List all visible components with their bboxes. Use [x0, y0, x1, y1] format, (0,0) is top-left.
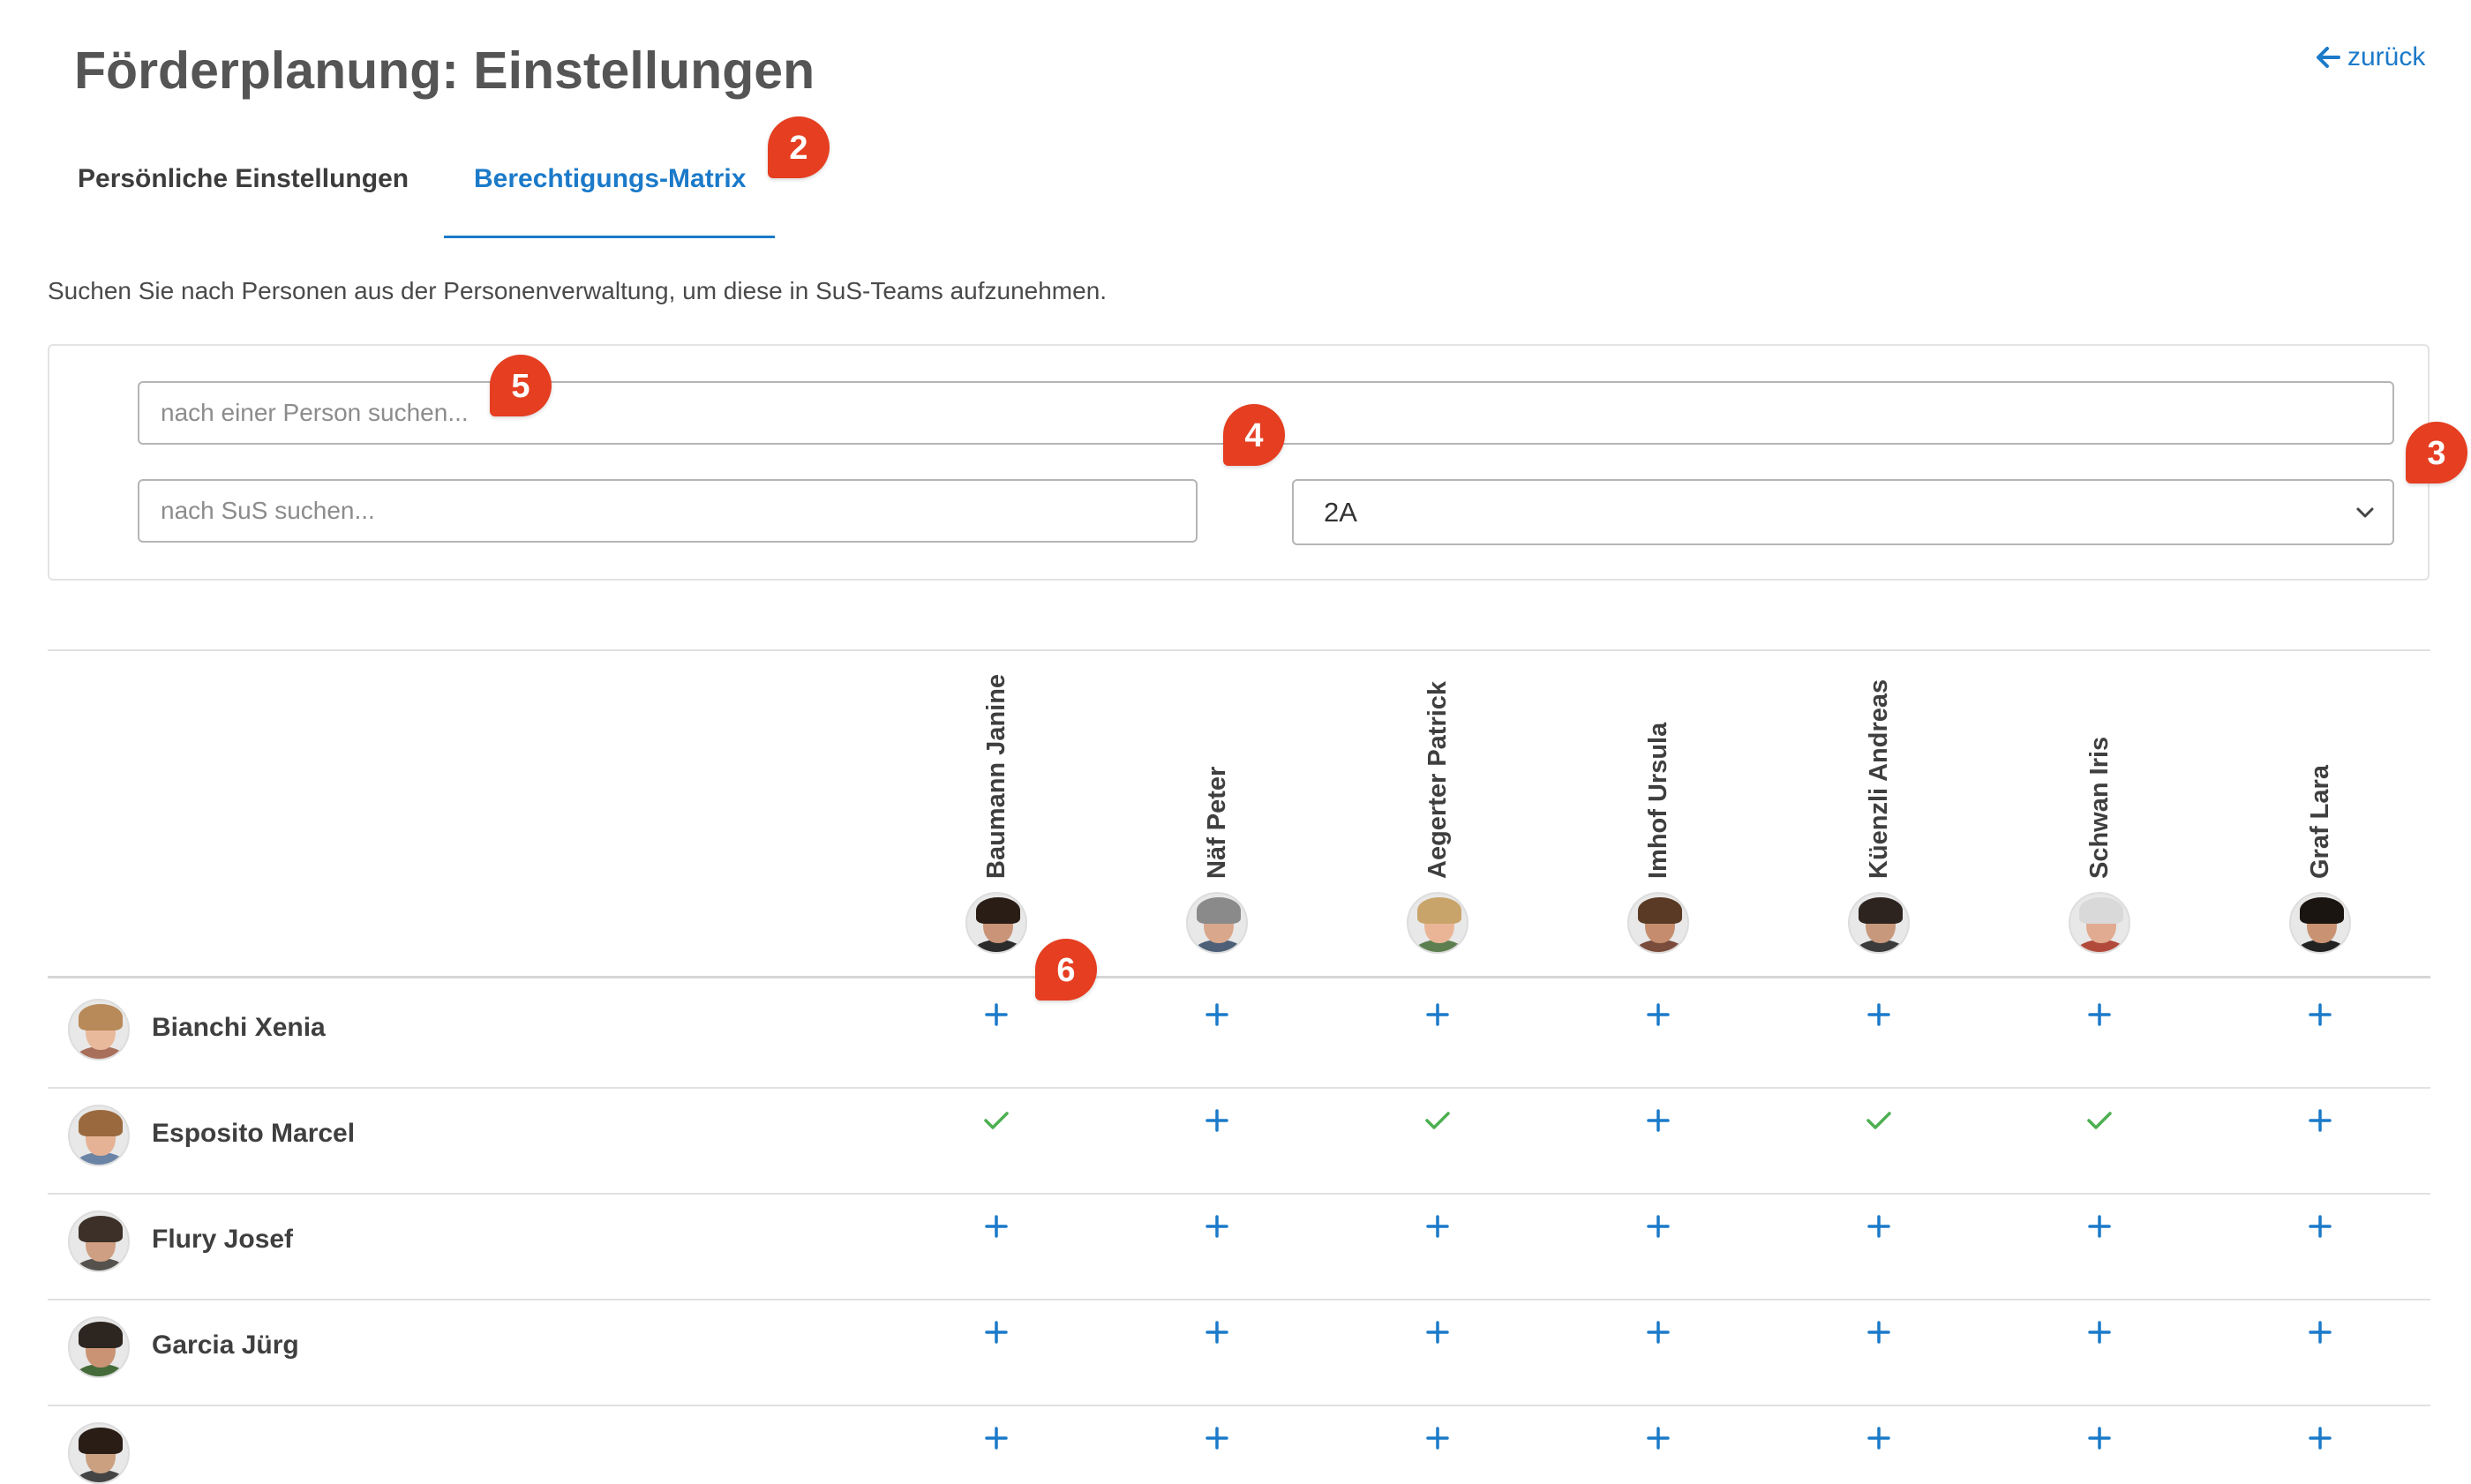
- plus-icon[interactable]: [1416, 993, 1459, 1036]
- column-avatar: [965, 892, 1027, 954]
- class-select-value: 2A: [1324, 496, 1357, 528]
- plus-icon[interactable]: [975, 993, 1018, 1036]
- checkmark-icon[interactable]: [2078, 1099, 2121, 1142]
- row-divider: [48, 1087, 2430, 1089]
- tab-personal-settings[interactable]: Persönliche Einstellungen: [78, 164, 409, 194]
- plus-icon[interactable]: [2078, 993, 2121, 1036]
- column-avatar: [1186, 892, 1248, 954]
- plus-icon[interactable]: [1416, 1205, 1459, 1248]
- column-header-label: Näf Peter: [1203, 766, 1231, 879]
- plus-icon[interactable]: [1196, 1205, 1238, 1248]
- plus-icon[interactable]: [1858, 1205, 1900, 1248]
- plus-icon[interactable]: [1637, 1099, 1679, 1142]
- matrix-top-divider: [48, 649, 2430, 651]
- column-header-label: Aegerter Patrick: [1423, 680, 1452, 879]
- plus-icon[interactable]: [2078, 1205, 2121, 1248]
- matrix-header-divider: [48, 976, 2430, 978]
- plus-icon[interactable]: [1196, 1417, 1238, 1459]
- row-divider: [48, 1193, 2430, 1195]
- chevron-down-icon: [2356, 507, 2374, 517]
- plus-icon[interactable]: [2299, 1417, 2341, 1459]
- row-person-name: Flury Josef: [152, 1225, 294, 1254]
- plus-icon[interactable]: [1637, 1205, 1679, 1248]
- column-header-label: Graf Lara: [2306, 765, 2334, 879]
- description-text: Suchen Sie nach Personen aus der Persone…: [48, 277, 1108, 304]
- plus-icon[interactable]: [1416, 1417, 1459, 1459]
- column-header-label: Imhof Ursula: [1644, 722, 1672, 879]
- plus-icon[interactable]: [1858, 1417, 1900, 1459]
- plus-icon[interactable]: [2299, 1099, 2341, 1142]
- row-avatar: [68, 1422, 130, 1484]
- plus-icon[interactable]: [1637, 993, 1679, 1036]
- row-person-name: Esposito Marcel: [152, 1119, 356, 1148]
- annotation-marker: 5: [490, 355, 552, 416]
- plus-icon[interactable]: [1416, 1311, 1459, 1353]
- plus-icon[interactable]: [1637, 1311, 1679, 1353]
- column-header-label: Schwan Iris: [2085, 736, 2114, 879]
- plus-icon[interactable]: [975, 1205, 1018, 1248]
- row-avatar: [68, 1316, 130, 1378]
- plus-icon[interactable]: [2078, 1311, 2121, 1353]
- checkmark-icon[interactable]: [1858, 1099, 1900, 1142]
- row-person-name: Garcia Jürg: [152, 1330, 299, 1360]
- back-link[interactable]: zurück: [2316, 42, 2425, 72]
- row-avatar: [68, 1105, 130, 1166]
- plus-icon[interactable]: [1196, 1311, 1238, 1353]
- row-avatar: [68, 999, 130, 1061]
- plus-icon[interactable]: [1858, 993, 1900, 1036]
- annotation-marker: 4: [1223, 404, 1285, 466]
- back-link-label: zurück: [2347, 42, 2426, 71]
- plus-icon[interactable]: [1196, 993, 1238, 1036]
- sus-search-input[interactable]: [138, 479, 1198, 543]
- column-avatar: [1407, 892, 1468, 954]
- annotation-marker: 6: [1035, 939, 1097, 1001]
- plus-icon[interactable]: [975, 1417, 1018, 1459]
- plus-icon[interactable]: [2078, 1417, 2121, 1459]
- column-avatar: [2289, 892, 2351, 954]
- column-header-label: Baumann Janine: [982, 673, 1010, 879]
- active-tab-indicator: [444, 236, 775, 238]
- column-header-label: Küenzli Andreas: [1865, 678, 1893, 879]
- class-select[interactable]: 2A: [1292, 479, 2394, 545]
- plus-icon[interactable]: [1196, 1099, 1238, 1142]
- row-person-name: Bianchi Xenia: [152, 1013, 326, 1042]
- plus-icon[interactable]: [1858, 1311, 1900, 1353]
- plus-icon[interactable]: [2299, 993, 2341, 1036]
- page-title: Förderplanung: Einstellungen: [74, 41, 815, 100]
- arrow-left-icon: [2317, 47, 2340, 68]
- tab-permission-matrix[interactable]: Berechtigungs-Matrix: [474, 164, 746, 194]
- row-divider: [48, 1299, 2430, 1300]
- column-avatar: [2069, 892, 2130, 954]
- plus-icon[interactable]: [2299, 1311, 2341, 1353]
- checkmark-icon[interactable]: [975, 1099, 1018, 1142]
- row-avatar: [68, 1210, 130, 1272]
- annotation-marker: 2: [768, 116, 830, 178]
- row-divider: [48, 1405, 2430, 1406]
- plus-icon[interactable]: [1637, 1417, 1679, 1459]
- plus-icon[interactable]: [975, 1311, 1018, 1353]
- checkmark-icon[interactable]: [1416, 1099, 1459, 1142]
- column-avatar: [1627, 892, 1689, 954]
- plus-icon[interactable]: [2299, 1205, 2341, 1248]
- annotation-marker: 3: [2406, 422, 2467, 483]
- column-avatar: [1848, 892, 1910, 954]
